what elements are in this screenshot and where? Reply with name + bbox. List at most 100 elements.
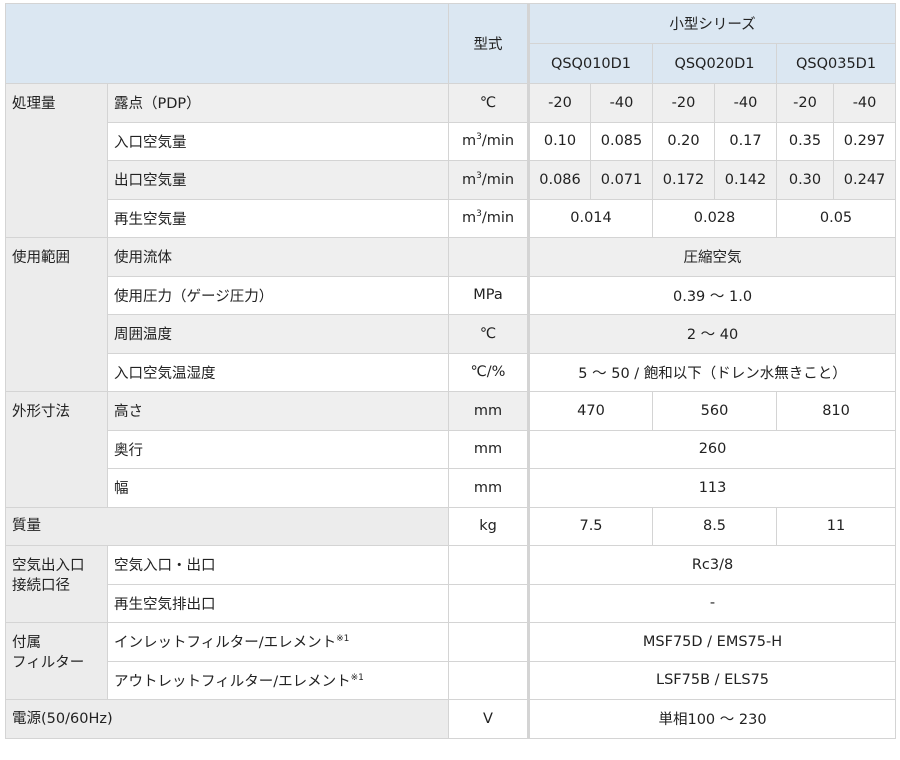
header-blank — [5, 3, 449, 84]
unit: mm — [448, 429, 529, 469]
value-cell: 810 — [775, 391, 897, 431]
value-cell: 0.247 — [832, 160, 897, 200]
unit: MPa — [448, 275, 529, 315]
model-header: QSQ010D1 — [527, 43, 653, 84]
series-header: 小型シリーズ — [526, 3, 897, 44]
row-inlet-air: 入口空気量 m3/min 0.10 0.085 0.20 0.17 0.35 0… — [6, 121, 897, 161]
value-cell: 8.5 — [652, 506, 777, 546]
row-pressure: 使用圧力（ゲージ圧力） MPa 0.39 ～ 1.0 — [6, 275, 897, 315]
value-cell: 0.39 ～ 1.0 — [526, 275, 897, 315]
value-cell: 単相100 ～ 230 — [526, 699, 897, 739]
value-cell: MSF75D / EMS75-H — [526, 622, 897, 662]
unit — [448, 660, 529, 700]
value-cell: 0.172 — [652, 160, 715, 200]
value-cell: -40 — [714, 83, 777, 123]
item-name: 使用流体 — [107, 237, 449, 277]
value-cell: 0.30 — [776, 160, 834, 200]
unit: m3/min — [448, 198, 529, 238]
value-cell: 260 — [526, 429, 897, 469]
value-cell: 0.085 — [590, 121, 653, 161]
category-dimensions: 外形寸法 — [5, 391, 108, 508]
row-width: 幅 mm 113 — [6, 468, 897, 508]
item-name: 入口空気量 — [107, 121, 449, 161]
value-cell: 0.014 — [527, 198, 653, 238]
value-cell: 11 — [775, 506, 897, 546]
value-cell: -20 — [652, 83, 715, 123]
row-air-port: 空気出入口 接続口径 空気入口・出口 Rc3/8 — [5, 545, 897, 623]
value-cell: 0.086 — [527, 160, 591, 200]
value-cell: 470 — [527, 391, 653, 431]
row-power: 電源(50/60Hz) V 単相100 ～ 230 — [5, 699, 897, 739]
value-cell: 0.35 — [776, 121, 834, 161]
value-cell: 7.5 — [527, 506, 653, 546]
unit: m3/min — [448, 160, 529, 200]
item-name: 周囲温度 — [107, 314, 449, 354]
value-cell: -40 — [832, 83, 897, 123]
value-cell: 0.17 — [714, 121, 777, 161]
row-fluid: 使用範囲 使用流体 圧縮空気 — [5, 237, 897, 392]
value-cell: 2 ～ 40 — [526, 314, 897, 354]
unit: mm — [448, 468, 529, 508]
category-power: 電源(50/60Hz) — [5, 699, 449, 739]
unit — [448, 545, 529, 585]
unit: ℃ — [448, 314, 529, 354]
item-name: 使用圧力（ゲージ圧力） — [107, 275, 449, 315]
row-inlet-filter: 付属 フィルター インレットフィルター/エレメント※1 MSF75D / EMS7… — [5, 622, 897, 700]
item-name: アウトレットフィルター/エレメント※1 — [107, 660, 449, 700]
row-inlet-temp: 入口空気温湿度 ℃/% 5 ～ 50 / 飽和以下（ドレン水無きこと） — [6, 352, 897, 392]
unit — [448, 583, 529, 623]
value-cell: - — [526, 583, 897, 623]
row-dew-point: 処理量 露点（PDP） ℃ -20 -40 -20 -40 -20 -40 — [5, 83, 897, 238]
row-regen-exhaust: 再生空気排出口 - — [6, 583, 897, 623]
row-outlet-air: 出口空気量 m3/min 0.086 0.071 0.172 0.142 0.3… — [6, 160, 897, 200]
type-header: 型式 — [448, 3, 529, 84]
item-name: 空気入口・出口 — [107, 545, 449, 585]
value-cell: 0.297 — [832, 121, 897, 161]
row-regen-air: 再生空気量 m3/min 0.014 0.028 0.05 — [6, 198, 897, 238]
item-name: 出口空気量 — [107, 160, 449, 200]
category-filter: 付属 フィルター — [5, 622, 108, 700]
unit: m3/min — [448, 121, 529, 161]
item-name: 再生空気量 — [107, 198, 449, 238]
value-cell: Rc3/8 — [526, 545, 897, 585]
value-cell: 0.071 — [590, 160, 653, 200]
model-header: QSQ035D1 — [775, 43, 897, 84]
item-name: 入口空気温湿度 — [107, 352, 449, 392]
value-cell: 0.10 — [527, 121, 591, 161]
unit: V — [448, 699, 529, 739]
unit: ℃ — [448, 83, 529, 123]
value-cell: 0.142 — [714, 160, 777, 200]
value-cell: -40 — [590, 83, 653, 123]
row-mass: 質量 kg 7.5 8.5 11 — [5, 506, 897, 546]
model-header: QSQ020D1 — [652, 43, 777, 84]
row-ambient: 周囲温度 ℃ 2 ～ 40 — [6, 314, 897, 354]
header-row-1: 型式 小型シリーズ — [5, 3, 897, 84]
category-processing: 処理量 — [5, 83, 108, 238]
row-depth: 奥行 mm 260 — [6, 429, 897, 469]
category-usage: 使用範囲 — [5, 237, 108, 392]
item-name: 露点（PDP） — [107, 83, 449, 123]
row-outlet-filter: アウトレットフィルター/エレメント※1 LSF75B / ELS75 — [6, 660, 897, 700]
spec-table: 型式 小型シリーズ QSQ010D1 QSQ020D1 QSQ035D1 処理量… — [5, 3, 897, 739]
category-ports: 空気出入口 接続口径 — [5, 545, 108, 623]
value-cell: -20 — [776, 83, 834, 123]
value-cell: 0.20 — [652, 121, 715, 161]
item-name: 高さ — [107, 391, 449, 431]
value-cell: 560 — [652, 391, 777, 431]
unit — [448, 237, 529, 277]
value-cell: 圧縮空気 — [526, 237, 897, 277]
unit: ℃/% — [448, 352, 529, 392]
value-cell: 0.028 — [652, 198, 777, 238]
row-height: 外形寸法 高さ mm 470 560 810 — [5, 391, 897, 508]
value-cell: 5 ～ 50 / 飽和以下（ドレン水無きこと） — [526, 352, 897, 392]
value-cell: LSF75B / ELS75 — [526, 660, 897, 700]
unit — [448, 622, 529, 662]
value-cell: 113 — [526, 468, 897, 508]
item-name: インレットフィルター/エレメント※1 — [107, 622, 449, 662]
item-name: 再生空気排出口 — [107, 583, 449, 623]
category-mass: 質量 — [5, 506, 449, 546]
value-cell: -20 — [527, 83, 591, 123]
value-cell: 0.05 — [775, 198, 897, 238]
unit: mm — [448, 391, 529, 431]
item-name: 幅 — [107, 468, 449, 508]
